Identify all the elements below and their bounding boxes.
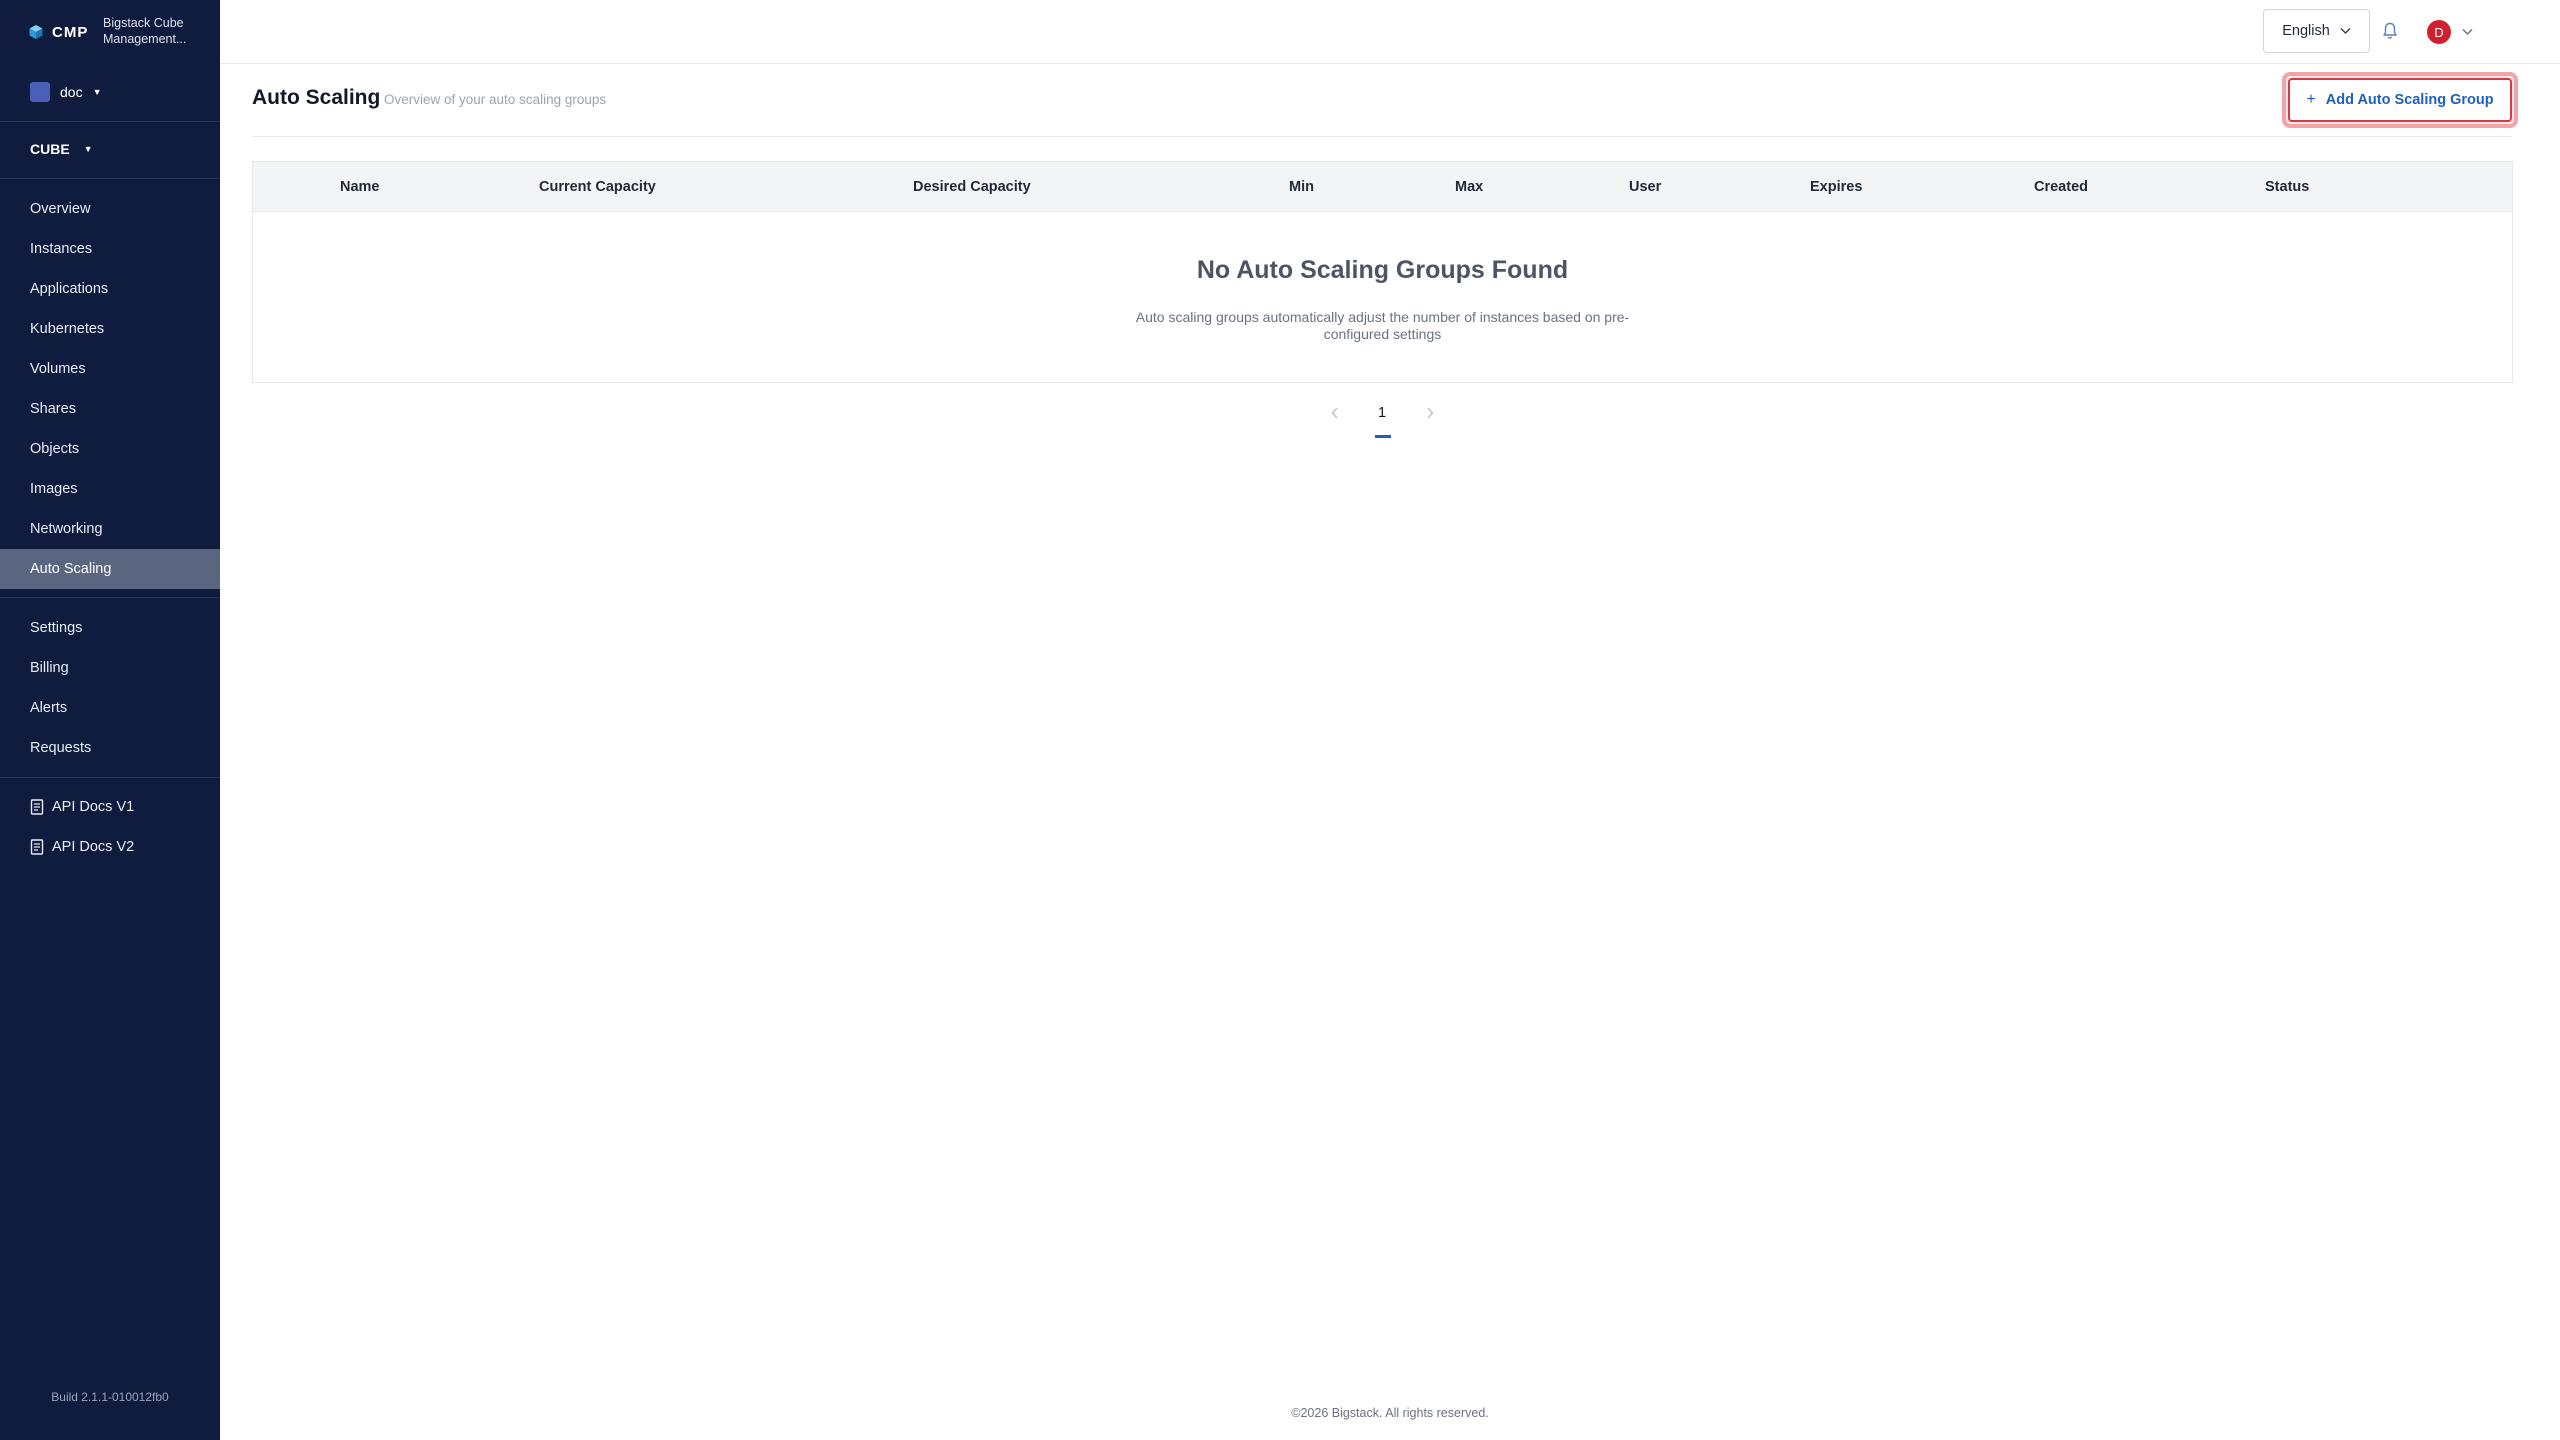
pagination-current-page[interactable]: 1 [1368, 405, 1396, 421]
column-header-desired-capacity[interactable]: Desired Capacity [913, 162, 1031, 212]
sidebar-item-images[interactable]: Images [0, 469, 220, 509]
sidebar-item-kubernetes[interactable]: Kubernetes [0, 309, 220, 349]
sidebar-item-label: Instances [30, 241, 93, 257]
chevron-down-icon[interactable] [2462, 28, 2473, 36]
sidebar-item-applications[interactable]: Applications [0, 269, 220, 309]
cluster-selector[interactable]: CUBE ▼ [30, 141, 93, 157]
add-button-label: Add Auto Scaling Group [2325, 92, 2494, 108]
sidebar-item-label: Billing [30, 660, 69, 676]
sidebar-item-objects[interactable]: Objects [0, 429, 220, 469]
sidebar-divider [0, 597, 220, 598]
add-button-highlight: + Add Auto Scaling Group [2282, 72, 2518, 128]
language-value: English [2282, 23, 2330, 39]
sidebar-divider [0, 178, 220, 179]
sidebar-item-label: API Docs V2 [52, 839, 135, 855]
sidebar-item-label: Overview [30, 201, 91, 217]
sidebar-item-shares[interactable]: Shares [0, 389, 220, 429]
document-icon [30, 839, 44, 855]
sidebar-item-requests[interactable]: Requests [0, 728, 220, 768]
sidebar-item-label: Volumes [30, 361, 86, 377]
build-version: Build 2.1.1-010012fb0 [51, 1390, 169, 1404]
plus-icon: + [2306, 91, 2316, 108]
footer-copyright: ©2026 Bigstack. All rights reserved. [1291, 1406, 1489, 1420]
document-icon [30, 799, 44, 815]
chevron-left-icon[interactable] [1330, 406, 1340, 420]
sidebar-item-instances[interactable]: Instances [0, 229, 220, 269]
sidebar-item-label: Kubernetes [30, 321, 105, 337]
user-avatar[interactable]: D [2427, 20, 2451, 44]
brand-logo[interactable]: CMP [28, 18, 88, 46]
pagination-active-indicator [1375, 435, 1391, 438]
cube-logo-icon [29, 25, 43, 39]
sidebar-item-label: Auto Scaling [30, 561, 112, 577]
project-selector[interactable]: doc ▼ [30, 82, 102, 102]
app-root: CMP Bigstack Cube Management... doc ▼ CU… [0, 0, 2560, 1440]
sidebar-divider [0, 777, 220, 778]
sidebar-item-label: Shares [30, 401, 76, 417]
column-header-status[interactable]: Status [2265, 162, 2309, 212]
sidebar-item-billing[interactable]: Billing [0, 648, 220, 688]
sidebar: CMP Bigstack Cube Management... doc ▼ CU… [0, 0, 220, 1440]
auto-scaling-table: Name Current Capacity Desired Capacity M… [252, 161, 2513, 383]
caret-down-icon: ▼ [92, 87, 102, 97]
brand-cmp-text: CMP [52, 23, 89, 41]
page-subtitle: Overview of your auto scaling groups [384, 92, 607, 107]
column-header-created[interactable]: Created [2034, 162, 2088, 212]
column-header-min[interactable]: Min [1289, 162, 1314, 212]
column-header-user[interactable]: User [1629, 162, 1661, 212]
table-header-row: Name Current Capacity Desired Capacity M… [253, 162, 2512, 212]
language-select[interactable]: English [2263, 9, 2370, 53]
column-header-current-capacity[interactable]: Current Capacity [539, 162, 656, 212]
sidebar-item-networking[interactable]: Networking [0, 509, 220, 549]
sidebar-item-label: Requests [30, 740, 92, 756]
sidebar-item-label: Applications [30, 281, 109, 297]
sidebar-item-overview[interactable]: Overview [0, 189, 220, 229]
header-divider [252, 136, 2512, 137]
sidebar-item-label: Objects [30, 441, 80, 457]
project-color-swatch [30, 82, 50, 102]
bell-icon[interactable] [2382, 22, 2398, 40]
project-name: doc [60, 84, 83, 100]
cluster-name: CUBE [30, 141, 70, 157]
sidebar-item-label: Images [30, 481, 78, 497]
empty-state-title: No Auto Scaling Groups Found [1196, 256, 1569, 284]
sidebar-item-alerts[interactable]: Alerts [0, 688, 220, 728]
brand-product-name: Bigstack Cube Management... [103, 16, 187, 46]
column-header-name[interactable]: Name [340, 162, 380, 212]
sidebar-divider [0, 121, 220, 122]
top-bar [220, 0, 2560, 64]
sidebar-item-label: Settings [30, 620, 83, 636]
sidebar-item-auto-scaling[interactable]: Auto Scaling [0, 549, 220, 589]
sidebar-item-volumes[interactable]: Volumes [0, 349, 220, 389]
sidebar-item-label: Networking [30, 521, 103, 537]
column-header-max[interactable]: Max [1455, 162, 1483, 212]
page-title: Auto Scaling [252, 86, 381, 109]
chevron-down-icon [2340, 27, 2351, 35]
caret-down-icon: ▼ [83, 144, 93, 154]
sidebar-item-api-docs-v2[interactable]: API Docs V2 [0, 827, 220, 867]
sidebar-item-settings[interactable]: Settings [0, 608, 220, 648]
add-auto-scaling-group-button[interactable]: + Add Auto Scaling Group [2288, 78, 2512, 122]
sidebar-item-label: API Docs V1 [52, 799, 135, 815]
column-header-expires[interactable]: Expires [1810, 162, 1862, 212]
empty-state-description: Auto scaling groups automatically adjust… [1135, 309, 1630, 342]
chevron-right-icon[interactable] [1425, 406, 1435, 420]
sidebar-item-label: Alerts [30, 700, 68, 716]
sidebar-item-api-docs-v1[interactable]: API Docs V1 [0, 787, 220, 827]
